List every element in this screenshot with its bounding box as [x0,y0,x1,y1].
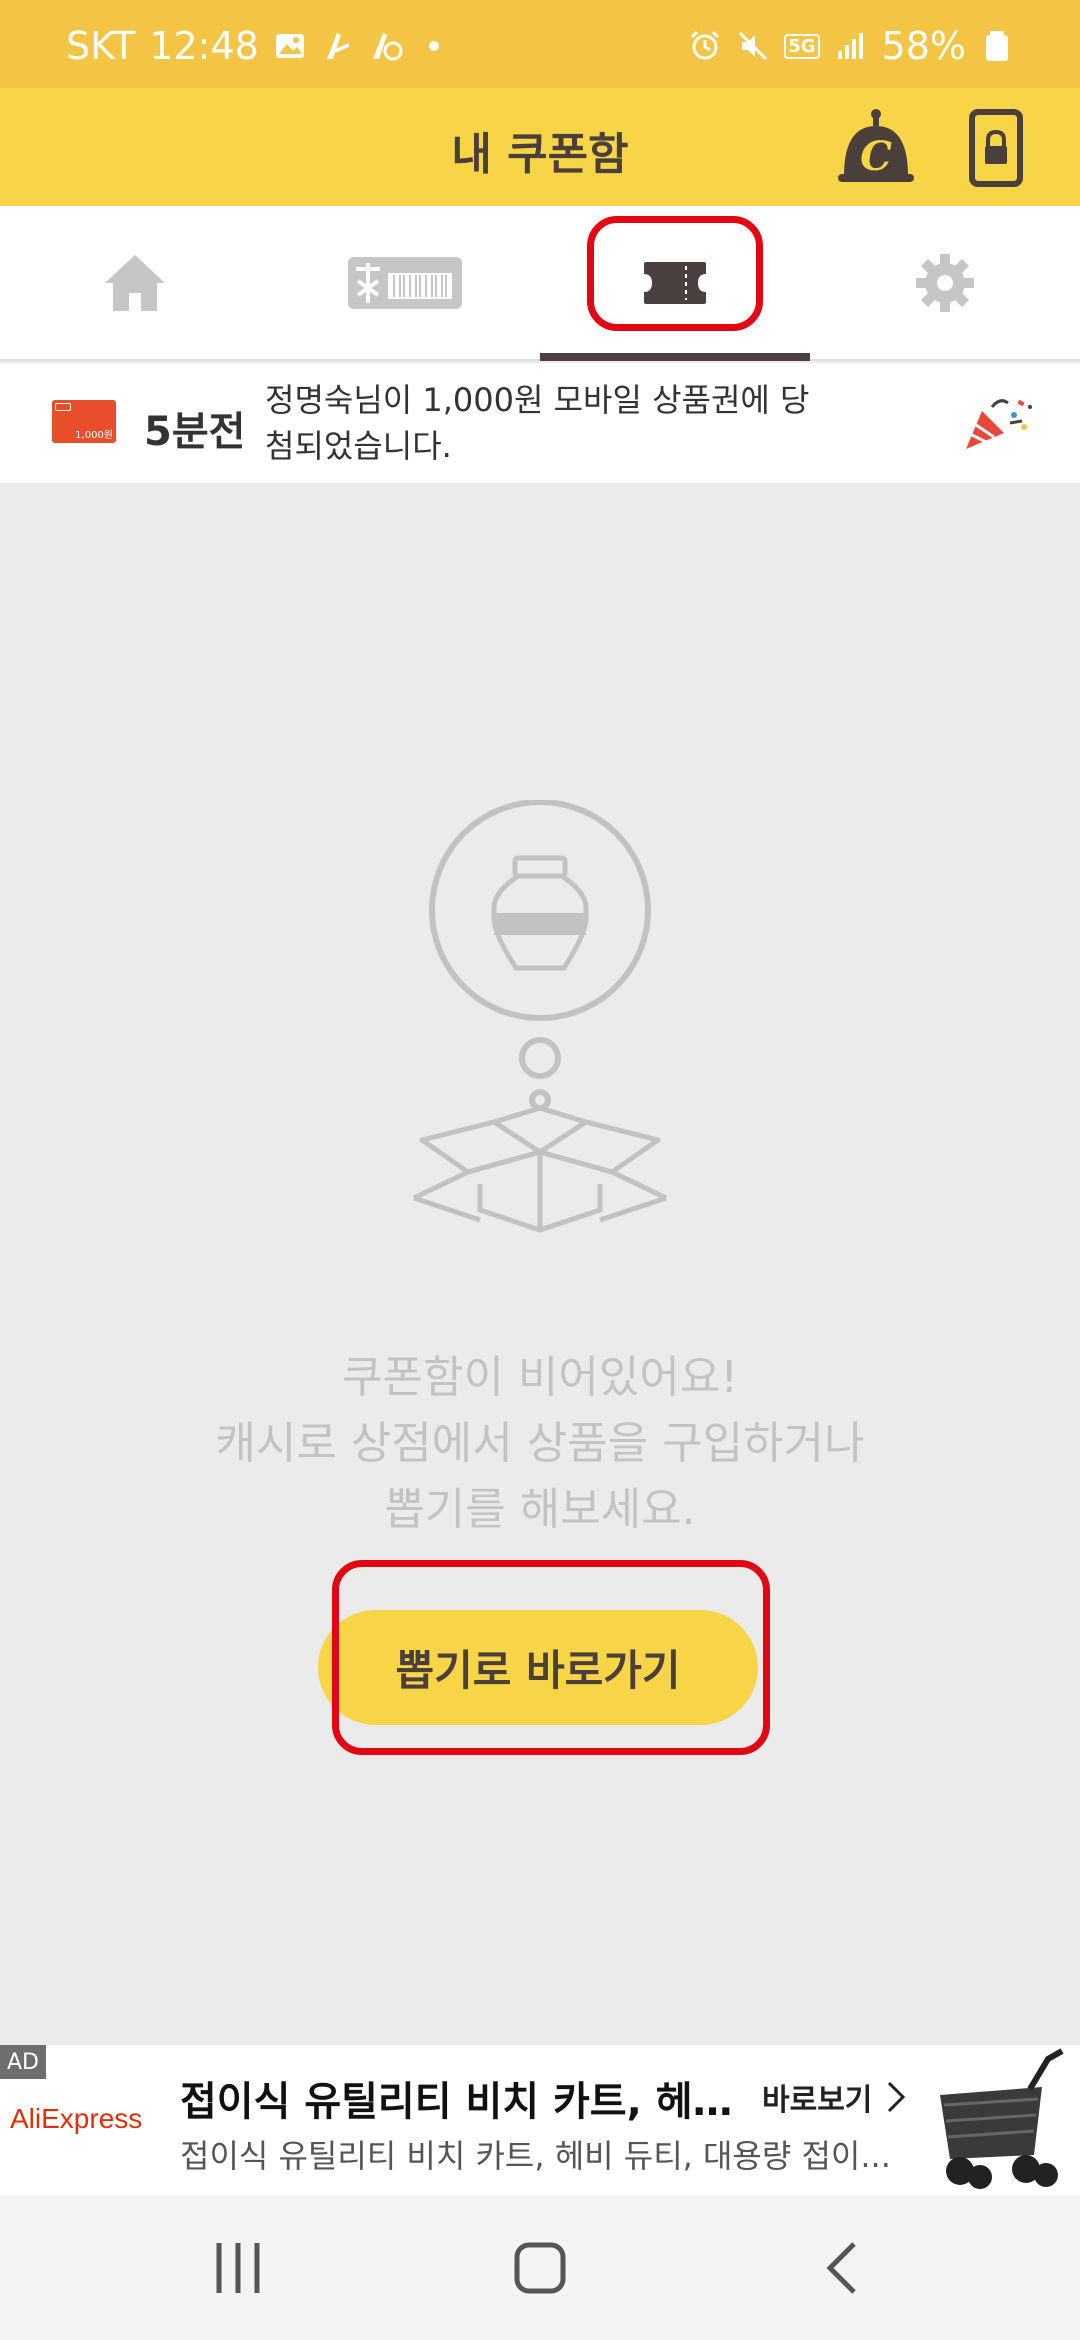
home-icon [105,254,165,311]
gift-card-logo-icon [55,403,71,411]
notice-message: 정명숙님이 1,000원 모바일 상품권에 당첨되었습니다. [265,381,810,465]
cash-app-notification-icon [372,33,403,61]
ad-view-label: 바로보기 [762,2083,873,2118]
ad-tag: AD [0,2045,46,2079]
chevron-right-icon [888,2081,906,2113]
empty-state-line-3: 뽑기를 해보세요. [384,1484,696,1535]
recent-apps-icon [216,2243,260,2293]
alarm-icon [691,30,720,60]
ad-banner[interactable]: AD AliExpress 접이식 유틸리티 비치 카트, 헤비 ... 접이식… [0,2045,1080,2195]
signal-icon [837,33,863,59]
dot-icon [428,41,439,51]
ad-title[interactable]: 접이식 유틸리티 비치 카트, 헤비 ... [180,2069,740,2127]
gift-card-thumbnail: 1,000원 [52,400,116,443]
advertiser-logo: AliExpress [10,2103,143,2134]
button-highlight-box [332,1560,770,1755]
svg-text:C: C [860,133,892,180]
winner-notice: 1,000원 5분전 정명숙님이 1,000원 모바일 상품권에 당첨되었습니다… [0,363,1080,483]
back-icon [826,2242,856,2294]
battery-icon [986,31,1008,61]
gear-icon [916,253,974,312]
ad-subtitle: 접이식 유틸리티 비치 카트, 헤비 듀티, 대용량 접이... [180,2137,891,2175]
recent-apps-button[interactable] [198,2233,278,2303]
tab-bar [0,206,1080,361]
lock-screen-icon [969,109,1023,187]
empty-state-line-2: 캐시로 상점에서 상품을 구입하거나 [215,1418,865,1469]
empty-state-line-1: 쿠폰함이 비어있어요! [342,1352,738,1403]
empty-state-message: 쿠폰함이 비어있어요! 캐시로 상점에서 상품을 구입하거나 뽑기를 해보세요. [0,1345,1080,1543]
gift-card-icon [348,256,462,309]
party-popper-icon [966,399,1032,449]
notice-time: 5분전 [144,409,246,455]
home-circle-icon [514,2242,566,2294]
status-right: 5G 58% [688,24,1014,68]
gift-card-amount: 1,000원 [75,430,113,441]
tab-shop[interactable] [270,206,540,359]
tab-settings[interactable] [810,206,1080,359]
carrier-label: SKT [66,24,136,68]
battery-percent: 58% [881,24,966,68]
status-left: SKT 12:48 [66,24,451,68]
image-notification-icon [275,34,304,58]
ad-view-button[interactable]: 바로보기 [762,2075,906,2119]
beach-cart-image [940,2048,1064,2189]
app-header: 내 쿠폰함 C [0,88,1080,206]
app-notification-icon [326,33,349,59]
network-type: 5G [784,33,820,59]
empty-box-illustration [412,800,668,1233]
tab-home[interactable] [0,206,270,359]
clock: 12:48 [149,24,259,68]
cash-button[interactable]: C [834,106,918,190]
system-nav-bar [0,2195,1080,2340]
back-button[interactable] [802,2233,882,2303]
page-title: 내 쿠폰함 [451,129,629,180]
lock-screen-button[interactable] [954,106,1038,190]
tab-highlight-box [587,216,763,331]
cash-coin-icon: C [838,109,914,182]
mute-icon [739,31,768,61]
status-bar: SKT 12:48 5G 58% [0,0,1080,88]
home-button[interactable] [500,2233,580,2303]
